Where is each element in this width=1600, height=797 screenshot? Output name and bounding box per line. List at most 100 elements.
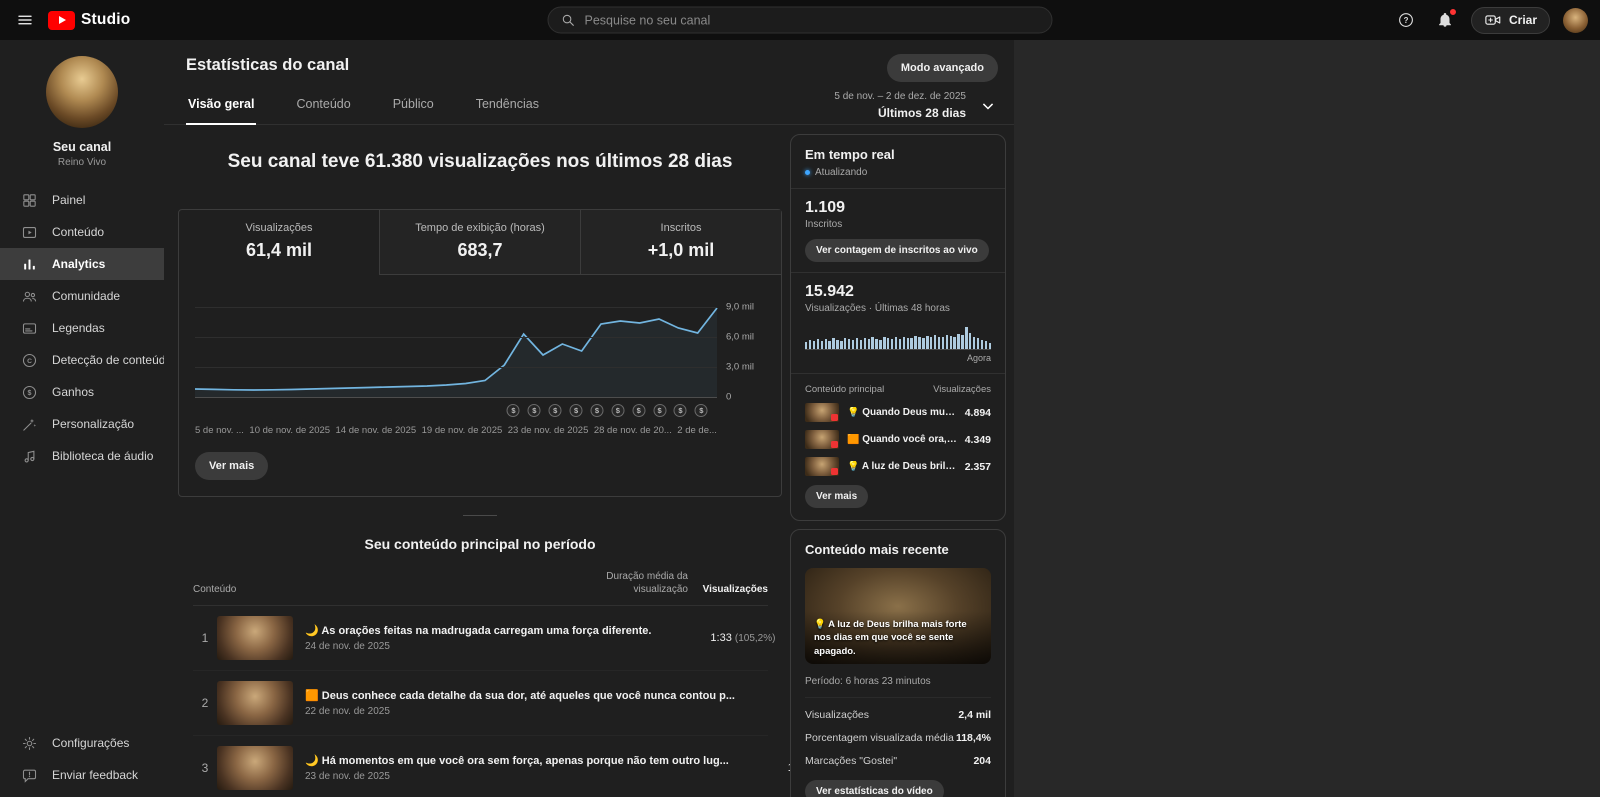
search-input[interactable] bbox=[584, 13, 1046, 27]
sidebar-item-deteccao-de-conteudo[interactable]: C Detecção de conteúdo bbox=[0, 344, 164, 376]
create-button[interactable]: Criar bbox=[1470, 6, 1550, 34]
timeline-event-icon[interactable]: $ bbox=[548, 404, 562, 417]
x-axis-tick-label: 14 de nov. de 2025 bbox=[335, 425, 417, 436]
realtime-bar bbox=[945, 334, 949, 349]
audio-library-icon bbox=[24, 450, 35, 462]
list-item[interactable]: 🟧 Quando você ora, alg... 4.349 bbox=[805, 430, 991, 449]
notifications-button[interactable] bbox=[1432, 7, 1458, 33]
help-icon: ? bbox=[1399, 13, 1413, 27]
tab-conteudo[interactable]: Conteúdo bbox=[294, 85, 352, 125]
x-axis-tick-label: 10 de nov. de 2025 bbox=[249, 425, 331, 436]
list-item[interactable]: 💡 A luz de Deus brilha ... 2.357 bbox=[805, 457, 991, 476]
row-rank: 1 bbox=[201, 631, 209, 645]
x-axis-tick-label: 23 de nov. de 2025 bbox=[507, 425, 589, 436]
recent-video-thumbnail[interactable]: 💡 A luz de Deus brilha mais forte nos di… bbox=[805, 568, 991, 664]
channel-subtitle: Reino Vivo bbox=[57, 157, 107, 168]
timeline-event-icon[interactable]: $ bbox=[653, 404, 667, 417]
timeline-event-icon[interactable]: $ bbox=[569, 404, 583, 417]
realtime-bar bbox=[851, 340, 855, 349]
metric-label: Visualizações bbox=[805, 709, 870, 721]
sidebar: Seu canal Reino Vivo Painel Conteúdo Ana… bbox=[0, 40, 164, 797]
right-column: Em tempo real Atualizando 1.109 Inscrito… bbox=[790, 134, 1006, 797]
channel-avatar[interactable] bbox=[46, 56, 118, 128]
recent-metric-row: Porcentagem visualizada média 118,4% bbox=[805, 732, 991, 744]
realtime-bar bbox=[812, 341, 816, 349]
video-statistics-button[interactable]: Ver estatísticas do vídeo bbox=[805, 780, 944, 797]
sidebar-item-enviar-feedback[interactable]: Enviar feedback bbox=[0, 759, 164, 791]
timeline-event-icon[interactable]: $ bbox=[694, 404, 708, 417]
table-row[interactable]: 1 🌙 As orações feitas na madrugada carre… bbox=[193, 606, 855, 671]
avg-view-duration-pct: (105,2%) bbox=[734, 633, 776, 644]
metric-value: +1,0 mil bbox=[647, 240, 715, 260]
sidebar-item-biblioteca-de-audio[interactable]: Biblioteca de áudio bbox=[0, 440, 164, 472]
timeline-event-icon[interactable]: $ bbox=[673, 404, 687, 417]
sidebar-item-personalizacao[interactable]: Personalização bbox=[0, 408, 164, 440]
video-thumbnail bbox=[217, 746, 293, 790]
timeline-event-icon[interactable]: $ bbox=[632, 404, 646, 417]
see-more-button[interactable]: Ver mais bbox=[195, 452, 269, 480]
timeline-event-icon[interactable]: $ bbox=[527, 404, 541, 417]
timeline-event-icon[interactable]: $ bbox=[506, 404, 520, 417]
tab-visao-geral[interactable]: Visão geral bbox=[186, 85, 257, 125]
sidebar-item-legendas[interactable]: Legendas bbox=[0, 312, 164, 344]
realtime-bar-chart[interactable] bbox=[805, 325, 991, 350]
metric-tab-inscritos[interactable]: Inscritos +1,0 mil bbox=[580, 210, 781, 275]
advanced-mode-button[interactable]: Modo avançado bbox=[886, 54, 998, 82]
metric-tab-visualizacoes[interactable]: Visualizações 61,4 mil bbox=[179, 210, 379, 275]
table-row[interactable]: 3 🌙 Há momentos em que você ora sem forç… bbox=[193, 736, 933, 797]
y-axis-tick-label: 0 bbox=[726, 391, 732, 403]
realtime-see-more-button[interactable]: Ver mais bbox=[805, 485, 869, 508]
tab-publico[interactable]: Público bbox=[391, 85, 436, 125]
sidebar-item-label: Comunidade bbox=[52, 289, 121, 303]
chart-plot-area[interactable]: $ $ $ $ $ $ $ $ $ $ bbox=[195, 301, 717, 417]
realtime-list-header: Conteúdo principal Visualizações bbox=[805, 384, 991, 395]
sidebar-item-analytics[interactable]: Analytics bbox=[0, 248, 164, 280]
x-axis: 5 de nov. ... 10 de nov. de 2025 14 de nov… bbox=[195, 425, 717, 436]
realtime-bar bbox=[918, 337, 921, 349]
chart-gridline bbox=[195, 307, 717, 308]
sidebar-item-painel[interactable]: Painel bbox=[0, 184, 164, 216]
customization-icon bbox=[23, 418, 37, 431]
realtime-bar bbox=[844, 337, 847, 349]
realtime-bar bbox=[879, 340, 882, 349]
realtime-bar bbox=[988, 342, 991, 349]
realtime-bar bbox=[906, 337, 909, 349]
realtime-bar bbox=[976, 338, 980, 349]
realtime-bar bbox=[965, 326, 968, 349]
date-range-picker[interactable]: 5 de nov. – 2 de dez. de 2025 Últimos 28… bbox=[834, 91, 998, 120]
column-header-views[interactable]: Visualizações bbox=[688, 583, 768, 596]
list-item[interactable]: 💡 Quando Deus muda s... 4.894 bbox=[805, 403, 991, 422]
help-button[interactable]: ? bbox=[1393, 7, 1419, 33]
realtime-subscribers-label: Inscritos bbox=[805, 219, 843, 230]
video-badge-icon bbox=[831, 441, 838, 448]
sidebar-item-ganhos[interactable]: $ Ganhos bbox=[0, 376, 164, 408]
copyright-icon: C bbox=[22, 353, 37, 367]
sidebar-item-configuracoes[interactable]: Configurações bbox=[0, 727, 164, 759]
realtime-bar bbox=[969, 333, 972, 349]
video-badge-icon bbox=[831, 414, 838, 421]
column-header-content[interactable]: Conteúdo bbox=[193, 583, 576, 596]
video-thumbnail bbox=[805, 403, 839, 422]
metric-label: Visualizações bbox=[245, 222, 313, 234]
realtime-bar bbox=[941, 337, 945, 349]
sidebar-item-conteudo[interactable]: Conteúdo bbox=[0, 216, 164, 248]
column-header-duration[interactable]: Duração média da visualização bbox=[576, 570, 688, 596]
live-subscriber-count-button[interactable]: Ver contagem de inscritos ao vivo bbox=[805, 239, 989, 262]
sidebar-nav: Painel Conteúdo Analytics Comunidade Leg… bbox=[0, 184, 164, 472]
tab-tendencias[interactable]: Tendências bbox=[474, 85, 541, 125]
search-bar[interactable] bbox=[547, 6, 1053, 34]
table-row[interactable]: 2 🟧 Deus conhece cada detalhe da sua dor… bbox=[193, 671, 939, 736]
sidebar-item-comunidade[interactable]: Comunidade bbox=[0, 280, 164, 312]
feedback-icon bbox=[22, 769, 37, 783]
account-avatar[interactable] bbox=[1563, 7, 1588, 33]
sidebar-item-label: Personalização bbox=[52, 417, 135, 431]
menu-button[interactable] bbox=[12, 7, 38, 33]
youtube-studio-logo[interactable]: Studio bbox=[48, 10, 130, 30]
realtime-bar bbox=[867, 338, 870, 349]
realtime-bar bbox=[933, 335, 937, 349]
x-axis-tick-label: 5 de nov. ... bbox=[195, 425, 244, 436]
timeline-event-icon[interactable]: $ bbox=[590, 404, 604, 417]
metric-tab-tempo-de-exibicao[interactable]: Tempo de exibição (horas) 683,7 bbox=[379, 210, 580, 275]
timeline-event-icon[interactable]: $ bbox=[611, 404, 625, 417]
realtime-status-text: Atualizando bbox=[815, 167, 868, 178]
